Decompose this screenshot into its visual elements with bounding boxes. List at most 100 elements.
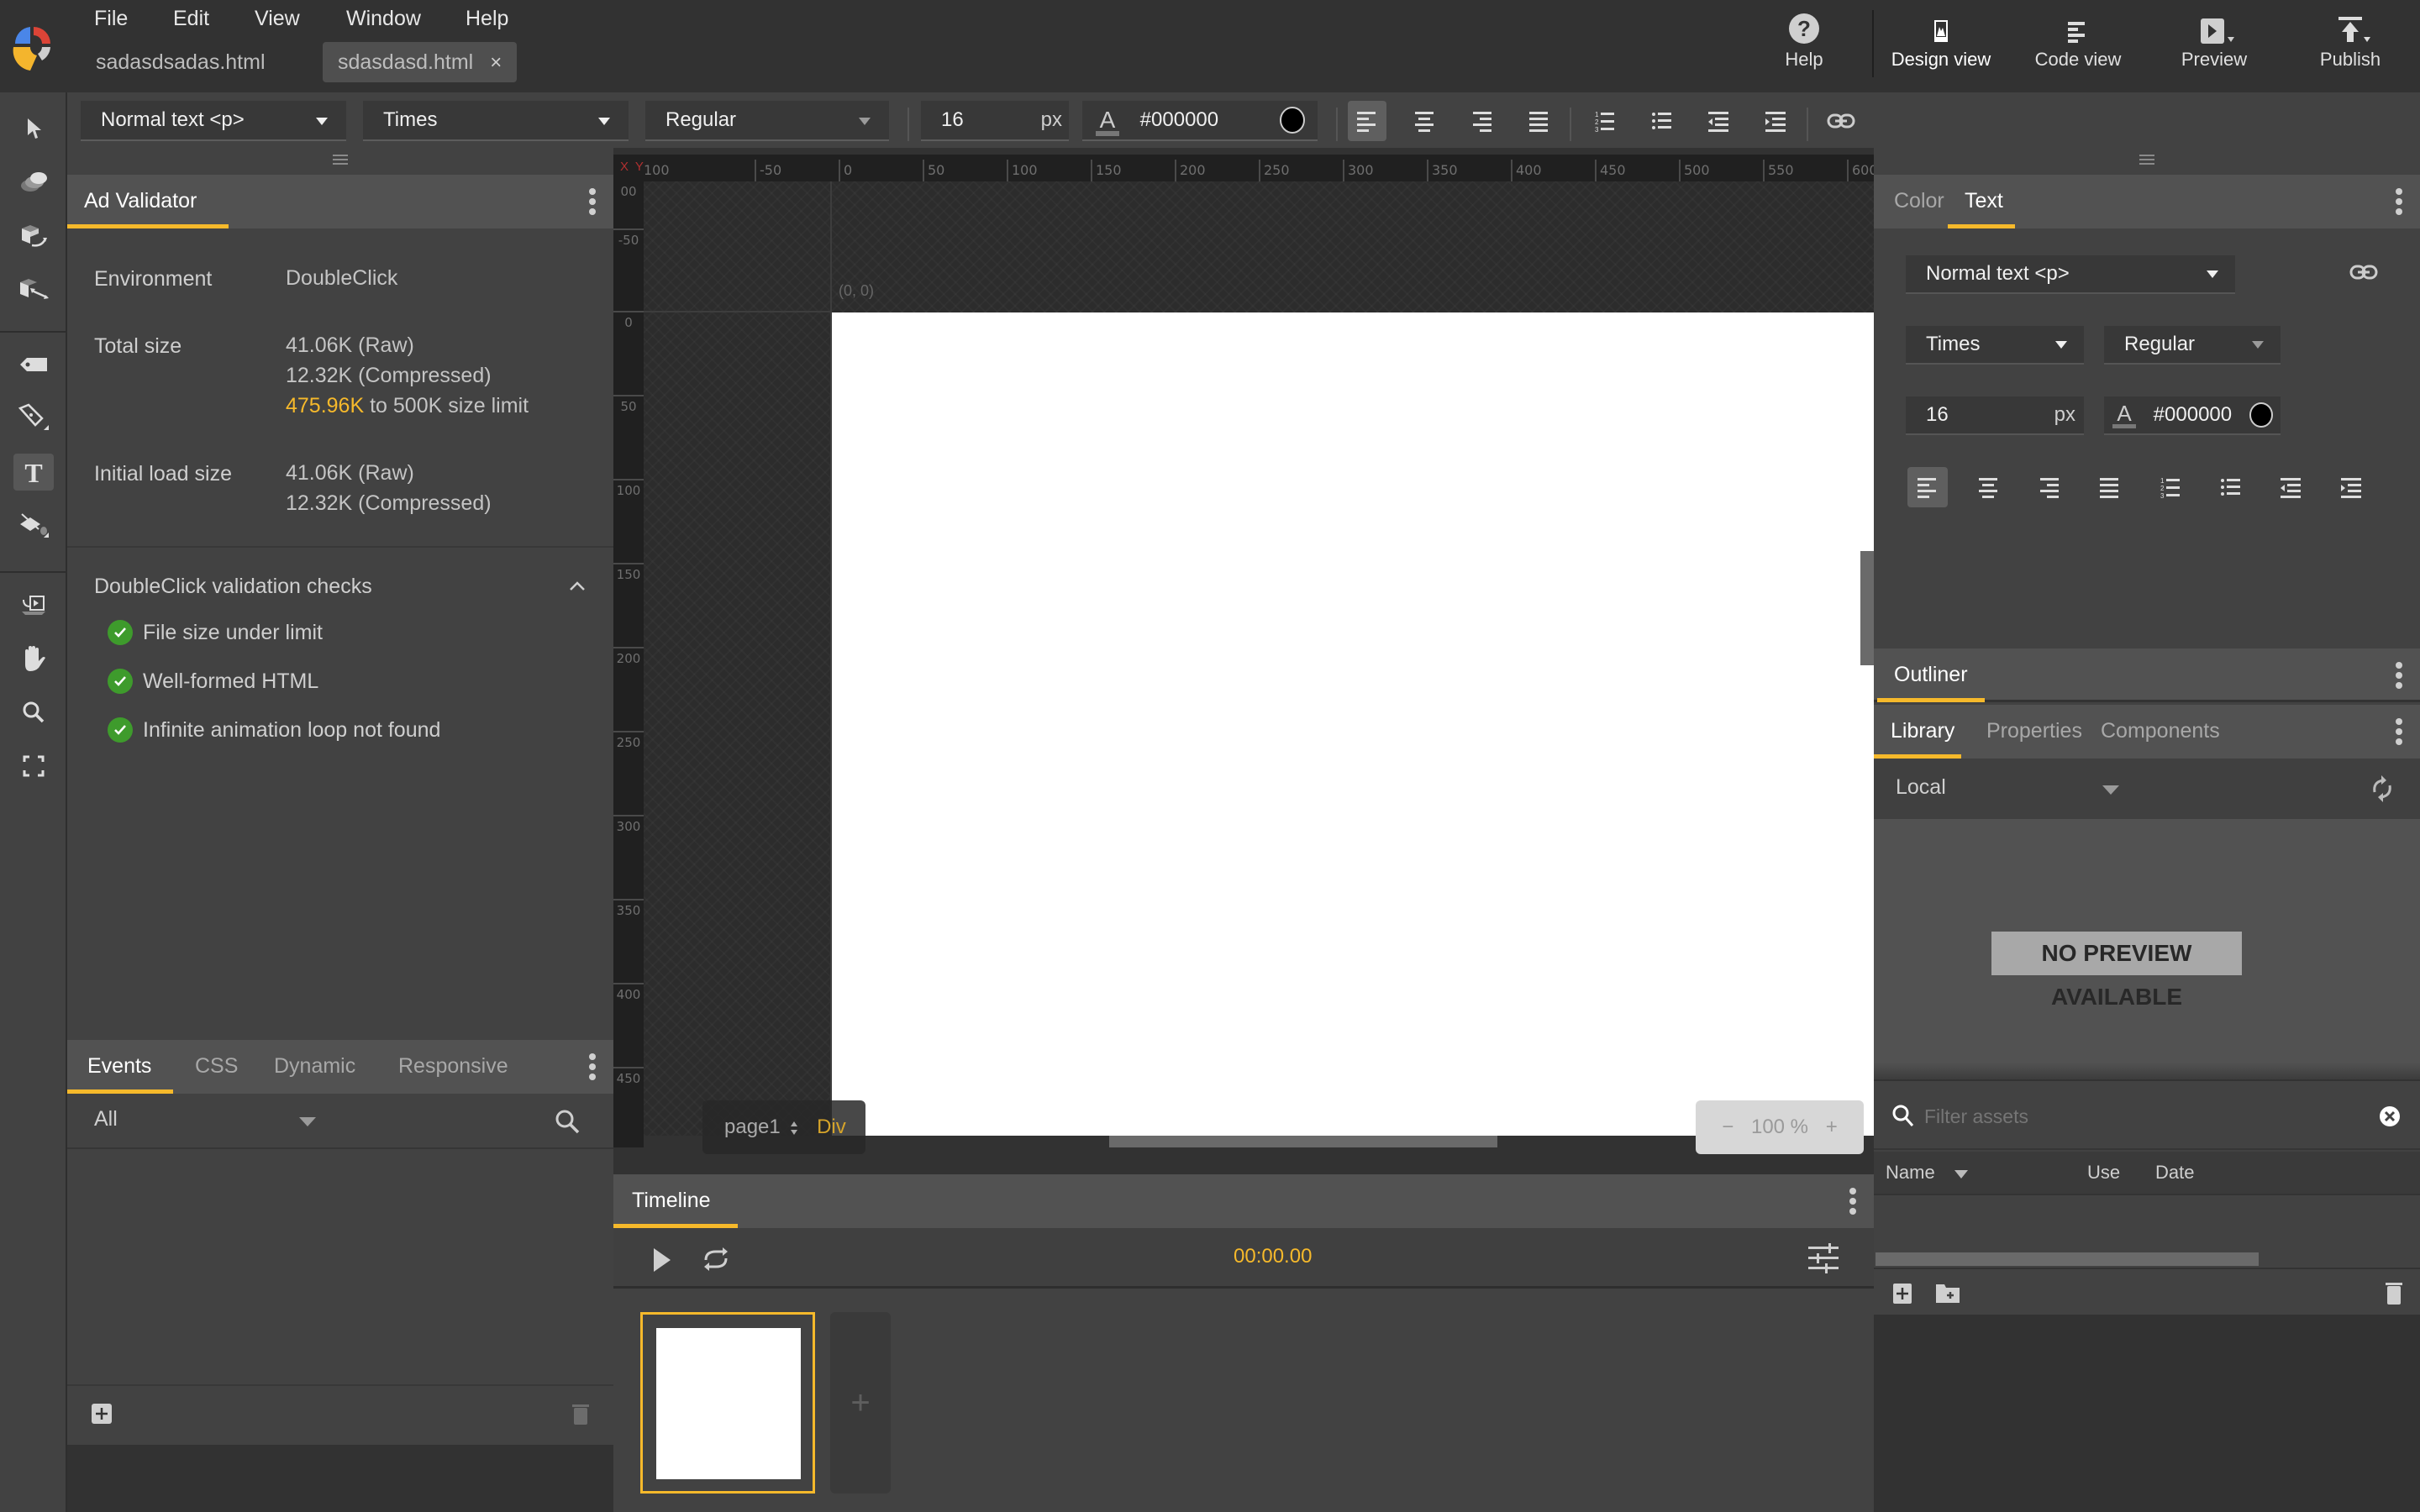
align-center-button[interactable]	[1968, 467, 2008, 507]
help-button[interactable]: ? Help	[1741, 10, 1867, 86]
font-weight-dropdown[interactable]: Regular	[2104, 326, 2281, 365]
search-icon[interactable]	[553, 1107, 581, 1136]
text-tool[interactable]: T	[13, 454, 54, 491]
document-page[interactable]	[832, 312, 1891, 1136]
loop-icon[interactable]	[701, 1245, 731, 1273]
tab-css[interactable]: CSS	[178, 1040, 255, 1094]
validation-checks-header[interactable]: DoubleClick validation checks	[94, 575, 590, 608]
tab-library[interactable]: Library	[1874, 705, 1961, 759]
timeline-settings-icon[interactable]	[1807, 1242, 1840, 1275]
align-left-button[interactable]	[1348, 101, 1386, 141]
file-tab-active[interactable]: sdasdasd.html ×	[323, 42, 518, 82]
column-use[interactable]: Use	[2087, 1162, 2120, 1184]
horizontal-scrollbar[interactable]	[1109, 1136, 1497, 1147]
more-options-icon[interactable]	[588, 188, 597, 217]
zoom-out-button[interactable]: −	[1722, 1116, 1733, 1138]
tab-properties[interactable]: Properties	[1970, 705, 2099, 759]
font-weight-dropdown[interactable]: Regular	[645, 101, 889, 141]
column-name[interactable]: Name	[1886, 1162, 1935, 1184]
event-filter-dropdown[interactable]: All	[94, 1107, 118, 1131]
tab-ad-validator[interactable]: Ad Validator	[67, 175, 229, 228]
refresh-icon[interactable]	[2370, 774, 2395, 804]
file-tab[interactable]: sadasdsadas.html	[81, 42, 281, 82]
panel-resize-grip[interactable]	[2139, 155, 2154, 165]
page-selector[interactable]: page1 Div	[702, 1100, 865, 1154]
code-view-button[interactable]: Code view	[2015, 10, 2141, 86]
hand-tool[interactable]	[13, 640, 54, 677]
chevron-down-icon[interactable]	[2102, 785, 2119, 795]
bulleted-list-button[interactable]	[2210, 467, 2250, 507]
trash-icon[interactable]	[571, 1403, 590, 1426]
menu-file[interactable]: File	[94, 7, 128, 31]
link-icon[interactable]	[2349, 264, 2378, 281]
paragraph-style-dropdown[interactable]: Normal text <p>	[1906, 255, 2235, 294]
filter-assets-input[interactable]	[1924, 1100, 2328, 1133]
indent-button[interactable]	[2331, 467, 2371, 507]
outliner-title[interactable]: Outliner	[1877, 648, 1985, 702]
indent-button[interactable]	[1756, 101, 1795, 141]
clear-filter-icon[interactable]	[2378, 1105, 2402, 1128]
new-folder-icon[interactable]	[1934, 1281, 1961, 1305]
font-size-input[interactable]: 16 px	[1906, 396, 2084, 435]
close-tab-icon[interactable]: ×	[490, 51, 502, 74]
outdent-button[interactable]	[1699, 101, 1738, 141]
numbered-list-button[interactable]: 123	[2149, 467, 2190, 507]
color-swatch-icon[interactable]	[1279, 106, 1306, 134]
justify-button[interactable]	[2089, 467, 2129, 507]
panel-resize-grip[interactable]	[333, 155, 348, 165]
tab-timeline[interactable]: Timeline	[613, 1174, 738, 1228]
color-swatch-icon[interactable]	[2249, 402, 2274, 428]
play-icon[interactable]	[650, 1247, 674, 1273]
link-button[interactable]	[1822, 101, 1860, 141]
more-options-icon[interactable]	[1849, 1188, 1857, 1216]
sort-descending-icon[interactable]	[1954, 1170, 1968, 1179]
font-size-input[interactable]: 16 px	[921, 101, 1069, 141]
more-options-icon[interactable]	[2395, 718, 2403, 747]
align-left-button[interactable]	[1907, 467, 1948, 507]
more-options-icon[interactable]	[2395, 662, 2403, 690]
tab-events[interactable]: Events	[67, 1040, 173, 1094]
library-source-dropdown[interactable]: Local	[1896, 775, 1946, 800]
vertical-scrollbar[interactable]	[1860, 551, 1874, 665]
menu-view[interactable]: View	[255, 7, 300, 31]
tab-text[interactable]: Text	[1948, 175, 2015, 228]
tab-dynamic[interactable]: Dynamic	[257, 1040, 372, 1094]
more-options-icon[interactable]	[588, 1053, 597, 1082]
more-options-icon[interactable]	[2395, 188, 2403, 217]
paragraph-style-dropdown[interactable]: Normal text <p>	[81, 101, 346, 141]
3d-object-rotation-tool[interactable]	[13, 217, 54, 254]
align-center-button[interactable]	[1405, 101, 1444, 141]
menu-edit[interactable]: Edit	[173, 7, 209, 31]
tag-tool[interactable]	[13, 346, 54, 383]
menu-window[interactable]: Window	[346, 7, 421, 31]
canvas-area[interactable]: (0, 0) page1 Div − 100 % +	[644, 181, 1891, 1154]
page-thumbnail[interactable]	[640, 1312, 815, 1494]
trash-icon[interactable]	[2385, 1281, 2403, 1306]
font-family-dropdown[interactable]: Times	[1906, 326, 2084, 365]
publish-button[interactable]: Publish	[2287, 10, 2413, 86]
fit-screen-tool[interactable]	[13, 748, 54, 785]
menu-help[interactable]: Help	[466, 7, 508, 31]
text-color-input[interactable]: A #000000	[1082, 101, 1318, 141]
add-page-button[interactable]: +	[830, 1312, 891, 1494]
numbered-list-button[interactable]: 123	[1585, 101, 1623, 141]
outdent-button[interactable]	[2270, 467, 2311, 507]
add-icon[interactable]	[91, 1403, 113, 1425]
bulleted-list-button[interactable]	[1642, 101, 1681, 141]
align-right-button[interactable]	[2028, 467, 2069, 507]
justify-button[interactable]	[1519, 101, 1558, 141]
3d-translation-tool[interactable]	[13, 270, 54, 307]
stage-tool[interactable]	[13, 586, 54, 623]
3d-rotation-tool[interactable]	[13, 163, 54, 200]
pen-tool[interactable]	[13, 400, 54, 437]
align-right-button[interactable]	[1462, 101, 1501, 141]
preview-resize-handle[interactable]	[1874, 1063, 2420, 1081]
column-date[interactable]: Date	[2155, 1162, 2194, 1184]
design-view-button[interactable]: Design view	[1878, 10, 2004, 86]
tab-responsive[interactable]: Responsive	[381, 1040, 525, 1094]
fill-tool[interactable]	[13, 507, 54, 544]
selection-tool[interactable]	[13, 109, 54, 146]
zoom-tool[interactable]	[13, 694, 54, 731]
font-family-dropdown[interactable]: Times	[363, 101, 629, 141]
add-asset-icon[interactable]	[1892, 1283, 1912, 1305]
